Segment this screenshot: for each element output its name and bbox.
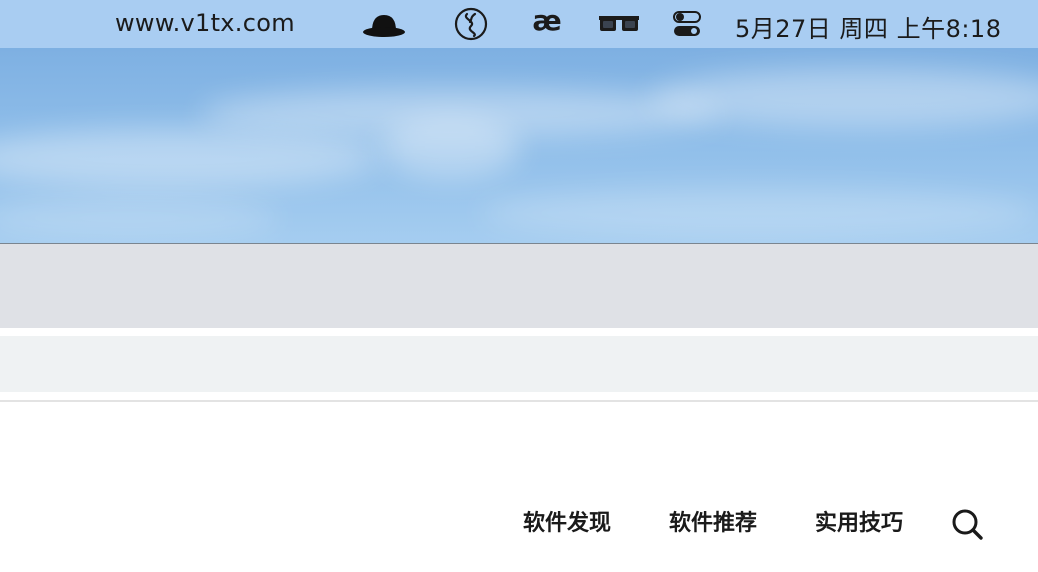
search-icon[interactable]: [950, 507, 984, 541]
nav-practical-tips[interactable]: 实用技巧: [815, 508, 903, 540]
nav-software-discovery[interactable]: 软件发现: [523, 508, 611, 540]
band-gap: [0, 328, 1038, 336]
bowler-hat-icon[interactable]: [362, 9, 406, 39]
menu-bar-clock[interactable]: 5月27日 周四 上午8:18: [735, 9, 1001, 44]
menu-bar: www.v1tx.com æ 5月27日 周四 上午8:18: [0, 0, 1038, 48]
header-sky-image: [0, 48, 1038, 243]
ae-icon[interactable]: æ: [530, 4, 564, 37]
subheader-band: [0, 336, 1038, 392]
glasses-icon[interactable]: [598, 9, 640, 39]
control-center-icon[interactable]: [672, 9, 702, 39]
scroll-icon[interactable]: [454, 7, 488, 41]
nav-software-recommend[interactable]: 软件推荐: [669, 508, 757, 540]
site-url[interactable]: www.v1tx.com: [115, 9, 295, 37]
divider: [0, 400, 1038, 402]
header-band: [0, 244, 1038, 328]
